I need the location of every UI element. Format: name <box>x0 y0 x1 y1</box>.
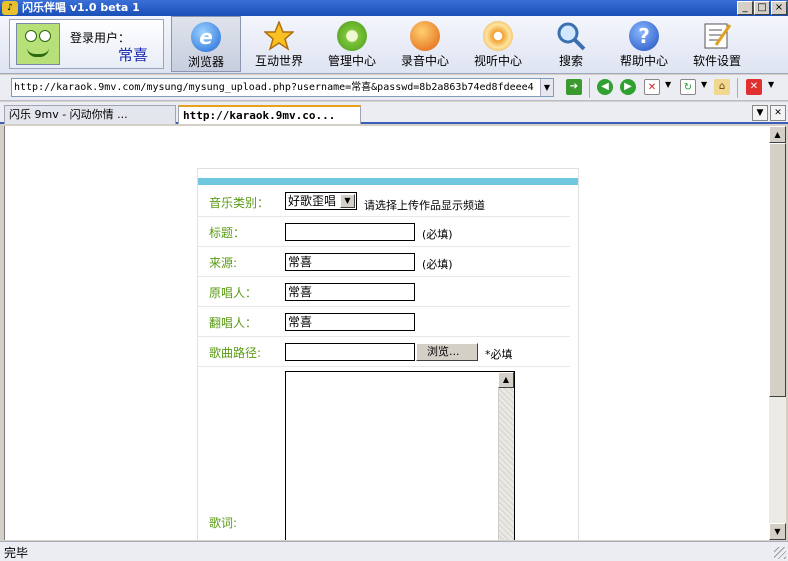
source-row: 来源: 常喜 (必填) <box>198 247 570 277</box>
user-panel: 登录用户： 常喜 <box>9 19 164 69</box>
toolbar-browser-button[interactable]: e 浏览器 <box>171 16 241 72</box>
form-header-bar <box>198 178 578 185</box>
original-singer-row: 原唱人： 常喜 <box>198 277 570 307</box>
gear-icon <box>337 21 367 51</box>
toolbar-media-button[interactable]: 视听中心 <box>463 16 533 72</box>
toolbar-management-button[interactable]: 管理中心 <box>317 16 387 72</box>
address-bar: http://karaok.9mv.com/mysung/mysung_uplo… <box>0 75 788 101</box>
close-button[interactable]: × <box>771 1 787 15</box>
toolbar-settings-button[interactable]: 软件设置 <box>682 16 752 72</box>
refresh-icon[interactable]: ↻ <box>680 79 696 95</box>
page-vertical-scrollbar[interactable]: ▲ ▼ <box>769 126 786 540</box>
scroll-up-icon[interactable]: ▲ <box>769 126 786 143</box>
scroll-up-icon[interactable]: ▲ <box>498 372 514 388</box>
maximize-button[interactable]: □ <box>754 1 770 15</box>
toolbar-search-button[interactable]: 搜索 <box>536 16 606 72</box>
magnifier-icon <box>556 21 586 51</box>
cd-icon <box>483 21 513 51</box>
login-user-name: 常喜 <box>118 46 149 64</box>
tab-list-dropdown-icon[interactable]: ▼ <box>752 105 768 121</box>
microphone-icon <box>410 21 440 51</box>
category-row: 音乐类别： 好歌歪唱 ▼ 请选择上传作品显示频道 <box>198 187 570 217</box>
category-hint: 请选择上传作品显示频道 <box>364 199 485 212</box>
go-icon[interactable]: ➔ <box>566 79 582 95</box>
song-path-row: 歌曲路径: 浏览... *必填 <box>198 337 570 367</box>
lyrics-row: 歌词: ▲ <box>198 367 570 540</box>
browser-icon: e <box>191 22 221 52</box>
star-icon <box>263 19 295 51</box>
help-icon: ? <box>629 21 659 51</box>
source-input[interactable]: 常喜 <box>285 253 415 271</box>
stop-dropdown-icon[interactable]: ▼ <box>665 80 671 89</box>
upload-form: 音乐类别： 好歌歪唱 ▼ 请选择上传作品显示频道 标题： (必填) 来源: 常喜… <box>197 168 579 540</box>
title-row: 标题： (必填) <box>198 217 570 247</box>
url-history-dropdown[interactable]: ▼ <box>540 79 553 96</box>
back-icon[interactable]: ◀ <box>597 79 613 95</box>
toolbar-interactive-world-button[interactable]: 互动世界 <box>244 16 314 72</box>
app-logo-icon: ♪ <box>2 1 18 15</box>
status-bar: 完毕 <box>0 541 788 561</box>
close-page-icon[interactable]: ✕ <box>746 79 762 95</box>
tab-upload-page[interactable]: http://karaok.9mv.co... <box>178 105 361 124</box>
url-input[interactable]: http://karaok.9mv.com/mysung/mysung_uplo… <box>11 78 554 97</box>
title-bar: ♪ 闪乐伴唱 v1.0 beta 1 _ □ × <box>0 0 788 16</box>
cover-singer-input[interactable]: 常喜 <box>285 313 415 331</box>
refresh-dropdown-icon[interactable]: ▼ <box>701 80 707 89</box>
home-icon[interactable]: ⌂ <box>714 79 730 95</box>
lyrics-textarea[interactable]: ▲ <box>285 371 515 540</box>
scrollbar-thumb[interactable] <box>769 143 786 397</box>
browse-button[interactable]: 浏览... <box>416 343 478 361</box>
cover-singer-row: 翻唱人： 常喜 <box>198 307 570 337</box>
toolbar-recording-button[interactable]: 录音中心 <box>390 16 460 72</box>
resize-grip-icon[interactable] <box>774 547 786 559</box>
toolbar-help-button[interactable]: ? 帮助中心 <box>609 16 679 72</box>
status-text: 完毕 <box>4 546 29 560</box>
tab-bar: 闪乐 9mv - 闪动你情 ... http://karaok.9mv.co..… <box>0 102 788 124</box>
minimize-button[interactable]: _ <box>737 1 753 15</box>
frog-avatar-icon <box>16 23 60 65</box>
close-page-dropdown-icon[interactable]: ▼ <box>768 80 774 89</box>
stop-icon[interactable]: ✕ <box>644 79 660 95</box>
forward-icon[interactable]: ▶ <box>620 79 636 95</box>
close-tab-icon[interactable]: ✕ <box>770 105 786 121</box>
original-singer-input[interactable]: 常喜 <box>285 283 415 301</box>
window-title: 闪乐伴唱 v1.0 beta 1 <box>22 1 140 14</box>
scroll-down-icon[interactable]: ▼ <box>769 523 786 540</box>
chevron-down-icon: ▼ <box>340 194 355 208</box>
main-toolbar: 登录用户： 常喜 e 浏览器 互动世界 管理中心 录音中心 视听中心 搜索 ? … <box>0 16 788 74</box>
settings-icon <box>702 21 732 51</box>
page-content: 音乐类别： 好歌歪唱 ▼ 请选择上传作品显示频道 标题： (必填) 来源: 常喜… <box>4 126 769 540</box>
lyrics-scrollbar[interactable] <box>498 372 514 540</box>
category-select[interactable]: 好歌歪唱 ▼ <box>285 192 357 210</box>
song-path-input[interactable] <box>285 343 415 361</box>
tab-9mv-home[interactable]: 闪乐 9mv - 闪动你情 ... <box>4 105 176 124</box>
title-input[interactable] <box>285 223 415 241</box>
